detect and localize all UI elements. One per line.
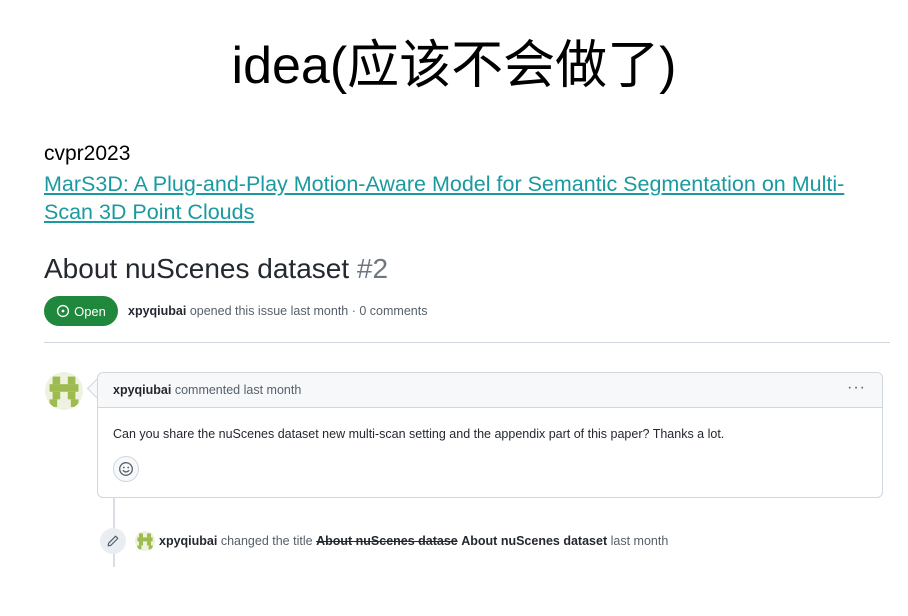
issue-title: About nuScenes dataset #2 [44, 253, 388, 285]
issue-number: #2 [356, 253, 389, 284]
event-action: changed the title [220, 534, 313, 548]
add-reaction-button[interactable] [113, 456, 139, 482]
issue-meta: xpyqiubai opened this issue last month ·… [128, 304, 427, 318]
title-change-event: xpyqiubai changed the title About nuScen… [159, 534, 668, 548]
comment-author-line: xpyqiubai commented last month [113, 383, 301, 397]
comment-time[interactable]: commented last month [175, 383, 301, 397]
identicon-icon [45, 372, 83, 410]
comment-author-link[interactable]: xpyqiubai [113, 383, 171, 397]
event-old-title: About nuScenes datase [316, 534, 458, 548]
event-new-title: About nuScenes dataset [461, 534, 608, 548]
event-actor-link[interactable]: xpyqiubai [159, 534, 217, 548]
identicon-icon [135, 531, 155, 551]
smiley-icon [119, 462, 133, 476]
author-avatar[interactable] [45, 372, 83, 410]
issue-author-link[interactable]: xpyqiubai [128, 304, 186, 318]
issue-state-label: Open [74, 303, 106, 319]
issue-meta-text: opened this issue last month · 0 comment… [189, 304, 428, 318]
event-actor-avatar[interactable] [135, 531, 155, 551]
event-badge [100, 528, 126, 554]
comment-header: xpyqiubai commented last month ··· [98, 373, 882, 408]
slide-title: idea(应该不会做了) [231, 37, 677, 95]
issue-title-text: About nuScenes dataset [44, 253, 350, 284]
comment-body: Can you share the nuScenes dataset new m… [113, 427, 725, 441]
comment-card: xpyqiubai commented last month ··· Can y… [97, 372, 883, 498]
paper-link[interactable]: MarS3D: A Plug-and-Play Motion-Aware Mod… [44, 170, 884, 226]
pencil-icon [107, 535, 119, 547]
comment-options-button[interactable]: ··· [847, 379, 866, 397]
issue-state-badge: Open [44, 296, 118, 326]
issue-open-icon [57, 304, 70, 318]
venue-label: cvpr2023 [44, 142, 131, 165]
event-time[interactable]: last month [611, 534, 669, 548]
header-divider [44, 342, 890, 343]
